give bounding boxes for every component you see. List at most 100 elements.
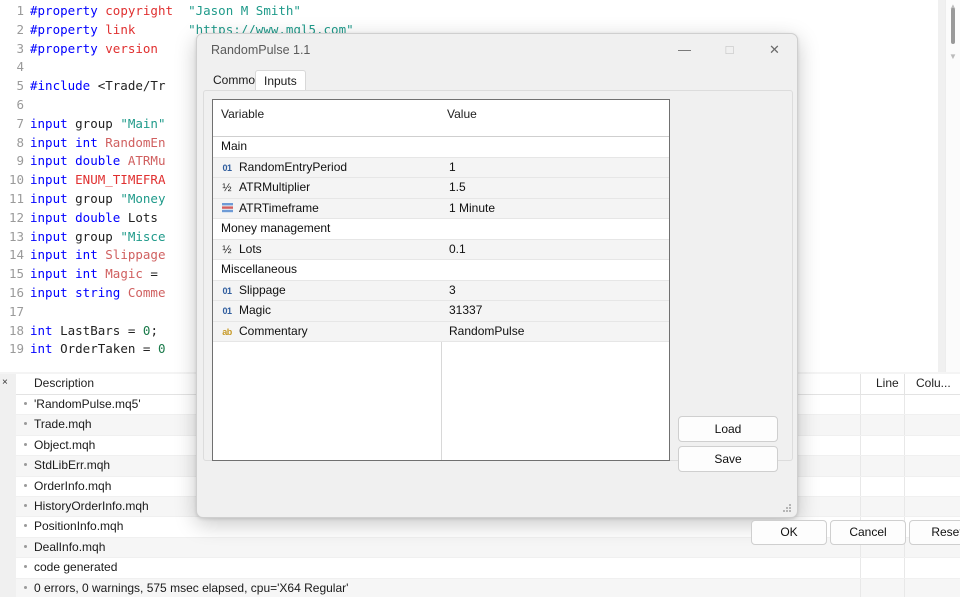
list-item[interactable]: 0 errors, 0 warnings, 575 msec elapsed, … [16, 578, 960, 597]
list-item-description: PositionInfo.mqh [34, 519, 124, 534]
line-number: 6 [16, 96, 24, 112]
grid-group-row[interactable]: Miscellaneous [213, 260, 669, 281]
minimize-icon[interactable]: — [662, 34, 707, 66]
code-token: Magic [105, 266, 143, 282]
bullet-icon [24, 585, 27, 589]
app-window: 1 #property copyright "Jason M Smith" 2 #pr… [0, 0, 960, 597]
code-token: int [30, 341, 61, 357]
grid-group-label: Main [221, 139, 248, 153]
line-number: 8 [16, 134, 24, 150]
grid-row[interactable]: ½ Lots 0.1 [213, 239, 669, 260]
cell-divider [904, 476, 905, 496]
line-number: 13 [8, 228, 24, 244]
inputs-grid[interactable]: Variable Value Main 01 RandomEntryPeriod 1 ½… [212, 99, 670, 461]
load-button[interactable]: Load [678, 416, 778, 442]
line-number: 19 [8, 341, 24, 357]
grid-variable-value[interactable]: 3 [449, 283, 456, 297]
code-token: <Trade/Tr [97, 78, 166, 94]
scroll-down-icon[interactable]: ▼ [946, 50, 960, 64]
code-token: 0 [157, 341, 166, 357]
code-token: int [75, 266, 106, 282]
integer-type-icon: 01 [222, 162, 232, 173]
grid-variable-name: ATRTimeframe [239, 200, 319, 215]
line-number: 1 [16, 3, 24, 18]
column-header-line[interactable]: Line [876, 376, 899, 390]
grid-row[interactable]: ab Commentary RandomPulse [213, 321, 669, 342]
line-number: 7 [16, 115, 24, 131]
close-icon[interactable]: ✕ [752, 34, 797, 66]
list-item-description: 0 errors, 0 warnings, 575 msec elapsed, … [34, 580, 349, 595]
column-header-column[interactable]: Colu... [916, 376, 951, 390]
scrollbar-thumb[interactable] [951, 8, 955, 44]
code-token: #property [30, 3, 106, 18]
code-token: #property [30, 40, 106, 56]
editor-vertical-scrollbar[interactable]: ▲ ▼ [945, 0, 960, 372]
code-token: group [75, 190, 121, 206]
output-panel-close-strip[interactable]: × [0, 374, 16, 597]
code-token: input [30, 247, 76, 263]
column-header-description[interactable]: Description [34, 376, 94, 390]
grid-group-label: Money management [221, 221, 331, 235]
double-type-icon: ½ [222, 243, 232, 256]
code-token: group [75, 115, 121, 131]
bullet-icon [24, 422, 27, 426]
double-type-icon: ½ [222, 182, 232, 194]
close-icon[interactable]: × [2, 377, 8, 388]
code-token: "Misce [120, 228, 166, 244]
grid-header-variable[interactable]: Variable [221, 107, 264, 121]
grid-variable-name: Lots [239, 241, 262, 256]
grid-variable-value[interactable]: 31337 [449, 303, 482, 317]
line-number: 12 [8, 209, 24, 225]
grid-variable-value[interactable]: 1.5 [449, 180, 466, 194]
cell-divider [904, 395, 905, 415]
grid-row[interactable]: 01 RandomEntryPeriod 1 [213, 157, 669, 178]
resize-grip[interactable] [783, 504, 793, 514]
cell-divider [860, 415, 861, 435]
grid-group-row[interactable]: Money management [213, 219, 669, 240]
dialog-titlebar[interactable]: RandomPulse 1.1 — □ ✕ [197, 34, 797, 67]
grid-group-row[interactable]: Main [213, 137, 669, 158]
cell-divider [860, 395, 861, 415]
code-token: #property [30, 21, 106, 37]
line-number: 2 [16, 21, 24, 37]
grid-variable-value[interactable]: 0.1 [449, 242, 466, 256]
bullet-icon [24, 565, 27, 569]
reset-button[interactable]: Reset [909, 520, 960, 545]
cell-divider [904, 496, 905, 517]
line-number: 10 [8, 172, 24, 188]
list-item[interactable]: code generated [16, 558, 960, 579]
grid-row[interactable]: 01 Magic 31337 [213, 301, 669, 322]
grid-variable-value[interactable]: RandomPulse [449, 324, 524, 338]
list-item-description: Object.mqh [34, 437, 96, 452]
grid-row[interactable]: ½ ATRMultiplier 1.5 [213, 178, 669, 199]
grid-variable-name: Commentary [239, 323, 308, 338]
list-item-description: HistoryOrderInfo.mqh [34, 498, 149, 513]
grid-variable-value[interactable]: 1 [449, 160, 456, 174]
code-token: LastBars = [60, 322, 143, 338]
grid-header-value[interactable]: Value [447, 107, 477, 121]
code-token: Comme [127, 284, 166, 300]
string-type-icon: ab [222, 326, 232, 337]
inputs-dialog: RandomPulse 1.1 — □ ✕ Common Inputs Vari… [196, 33, 960, 545]
ok-button[interactable]: OK [751, 520, 827, 545]
list-item-description: code generated [34, 560, 118, 575]
grid-row[interactable]: 01 Slippage 3 [213, 280, 669, 301]
line-number: 17 [8, 303, 24, 319]
grid-variable-value[interactable]: 1 Minute [449, 201, 495, 215]
code-token: input [30, 115, 76, 131]
list-item-description: DealInfo.mqh [34, 539, 106, 554]
code-token: double [75, 209, 128, 225]
grid-group-label: Miscellaneous [221, 262, 298, 276]
code-token: #include [30, 78, 98, 94]
save-button[interactable]: Save [678, 446, 778, 472]
code-token: string [75, 284, 128, 300]
maximize-icon[interactable]: □ [707, 34, 752, 66]
line-number: 5 [16, 78, 24, 94]
tab-inputs[interactable]: Inputs [255, 70, 306, 91]
code-token: input [30, 190, 76, 206]
cell-divider [860, 578, 861, 597]
cancel-button[interactable]: Cancel [830, 520, 906, 545]
grid-row[interactable]: ATRTimeframe 1 Minute [213, 198, 669, 219]
